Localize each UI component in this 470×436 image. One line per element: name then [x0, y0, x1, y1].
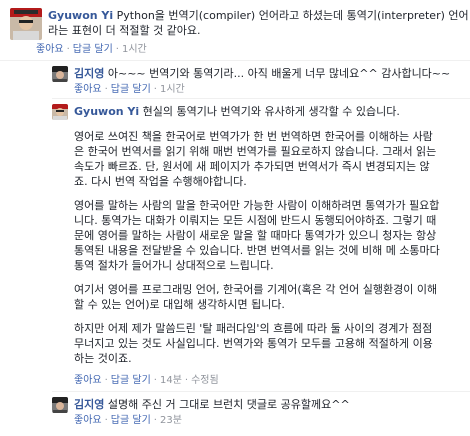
comment-first-line: Python을 번역기(compiler) 언어라고 하셨는데 통역기(inte…: [116, 9, 469, 22]
edited-label[interactable]: 수정됨: [191, 375, 219, 386]
divider: [52, 391, 470, 392]
reply-comment: 김지영 아~~~ 번역기와 통역기라... 아직 배울게 너무 많네요^^ 감사…: [52, 66, 465, 98]
comment: Gyuwon Yi Python을 번역기(compiler) 언어라고 하셨는…: [10, 8, 469, 60]
author-name[interactable]: Gyuwon Yi: [48, 9, 113, 22]
avatar[interactable]: [52, 397, 68, 413]
like-link[interactable]: 좋아요: [74, 84, 102, 95]
comment-actions: 좋아요 · 답글 달기 · 14분 · 수정됨: [74, 375, 219, 386]
avatar[interactable]: [10, 8, 42, 40]
paragraph-line: 문에 영어를 말하는 사람이 새로운 말을 할 때마다 통역가가 있으니 청자는…: [74, 229, 437, 242]
like-link[interactable]: 좋아요: [36, 44, 64, 55]
paragraph-line: 하는 것이죠.: [74, 352, 132, 365]
paragraph-line: 속도가 빠르죠. 단, 원서에 새 페이지가 추가되면 번역서가 즉시 변경되지…: [74, 160, 430, 173]
reply-link[interactable]: 답글 달기: [111, 84, 151, 95]
comment-text: 김지영 아~~~ 번역기와 통역기라... 아직 배울게 너무 많네요^^ 감사…: [74, 66, 450, 81]
paragraph-line: 죠. 다시 번역 작업을 수행해야합니다.: [74, 175, 247, 188]
comment-first-line: 현실의 통역기나 번역기와 유사하게 생각할 수 있습니다.: [142, 105, 400, 118]
reply-comment: Gyuwon Yi 현실의 통역기나 번역기와 유사하게 생각할 수 있습니다.…: [52, 104, 465, 390]
paragraph-line: 영어로 쓰여진 책을 한국어로 번역가가 한 번 번역하면 한국어를 이해하는 …: [74, 130, 433, 143]
comment-line: 라는 표현이 더 적절할 것 같아요.: [48, 24, 201, 37]
reply-comment: 김지영 설명해 주신 거 그대로 브런치 댓글로 공유할께요^^ 좋아요 · 답글 …: [52, 397, 465, 431]
paragraph-line: 통역된 내용을 전달받을 수 있습니다. 반면 번역서를 읽는 것에 비해 메 …: [74, 244, 440, 257]
like-link[interactable]: 좋아요: [74, 415, 102, 426]
timestamp[interactable]: 1시간: [122, 44, 147, 55]
comment-actions: 좋아요 · 답글 달기 · 1시간: [36, 44, 147, 55]
author-name[interactable]: Gyuwon Yi: [74, 105, 139, 118]
reply-link[interactable]: 답글 달기: [111, 375, 151, 386]
paragraph-line: 은 한국어 번역서를 읽기 위해 매번 번역가를 필요로하지 않습니다. 그래서…: [74, 145, 437, 158]
comment-text: 김지영 설명해 주신 거 그대로 브런치 댓글로 공유할께요^^: [74, 397, 350, 412]
like-link[interactable]: 좋아요: [74, 375, 102, 386]
comment-first-line: 설명해 주신 거 그대로 브런치 댓글로 공유할께요^^: [107, 398, 350, 411]
comment-actions: 좋아요 · 답글 달기 · 1시간: [74, 84, 185, 95]
comment-first-line: 아~~~ 번역기와 통역기라... 아직 배울게 너무 많네요^^ 감사합니다~…: [107, 67, 451, 80]
avatar[interactable]: [52, 66, 68, 82]
paragraph-line: 여기서 영어를 프로그래밍 언어, 한국어를 기계어(혹은 각 언어 실행환경이…: [74, 283, 438, 296]
paragraph-line: 하지만 어제 제가 말씀드린 '탈 패러다임'의 흐름에 따라 둘 사이의 경계…: [74, 322, 433, 335]
paragraph-line: 니다. 통역가는 대화가 이뤄지는 모든 시점에 반드시 동행되어야하죠. 그렇…: [74, 214, 437, 227]
author-name[interactable]: 김지영: [74, 398, 104, 411]
paragraph-line: 영어를 말하는 사람의 말을 한국어만 가능한 사람이 이해하려면 통역가가 필…: [74, 199, 440, 212]
divider: [52, 98, 470, 99]
timestamp[interactable]: 1시간: [160, 84, 185, 95]
paragraph-line: 할 수 있는 언어)로 대입해 생각하시면 됩니다.: [74, 298, 285, 311]
avatar[interactable]: [52, 104, 68, 120]
comment-text: Gyuwon Yi Python을 번역기(compiler) 언어라고 하셨는…: [48, 8, 469, 23]
timestamp[interactable]: 23분: [160, 415, 182, 426]
author-name[interactable]: 김지영: [74, 67, 104, 80]
paragraph-line: 무너지고 있는 것도 사실입니다. 번역가와 통역가 모두를 고용해 적절하게 …: [74, 337, 433, 350]
timestamp[interactable]: 14분: [160, 375, 182, 386]
divider: [0, 60, 470, 61]
reply-link[interactable]: 답글 달기: [111, 415, 151, 426]
reply-link[interactable]: 답글 달기: [73, 44, 113, 55]
paragraph-line: 통역 절차가 들어가니 상대적으로 느립니다.: [74, 259, 274, 272]
comment-actions: 좋아요 · 답글 달기 · 23분: [74, 415, 182, 426]
comment-text: Gyuwon Yi 현실의 통역기나 번역기와 유사하게 생각할 수 있습니다.: [74, 104, 400, 119]
